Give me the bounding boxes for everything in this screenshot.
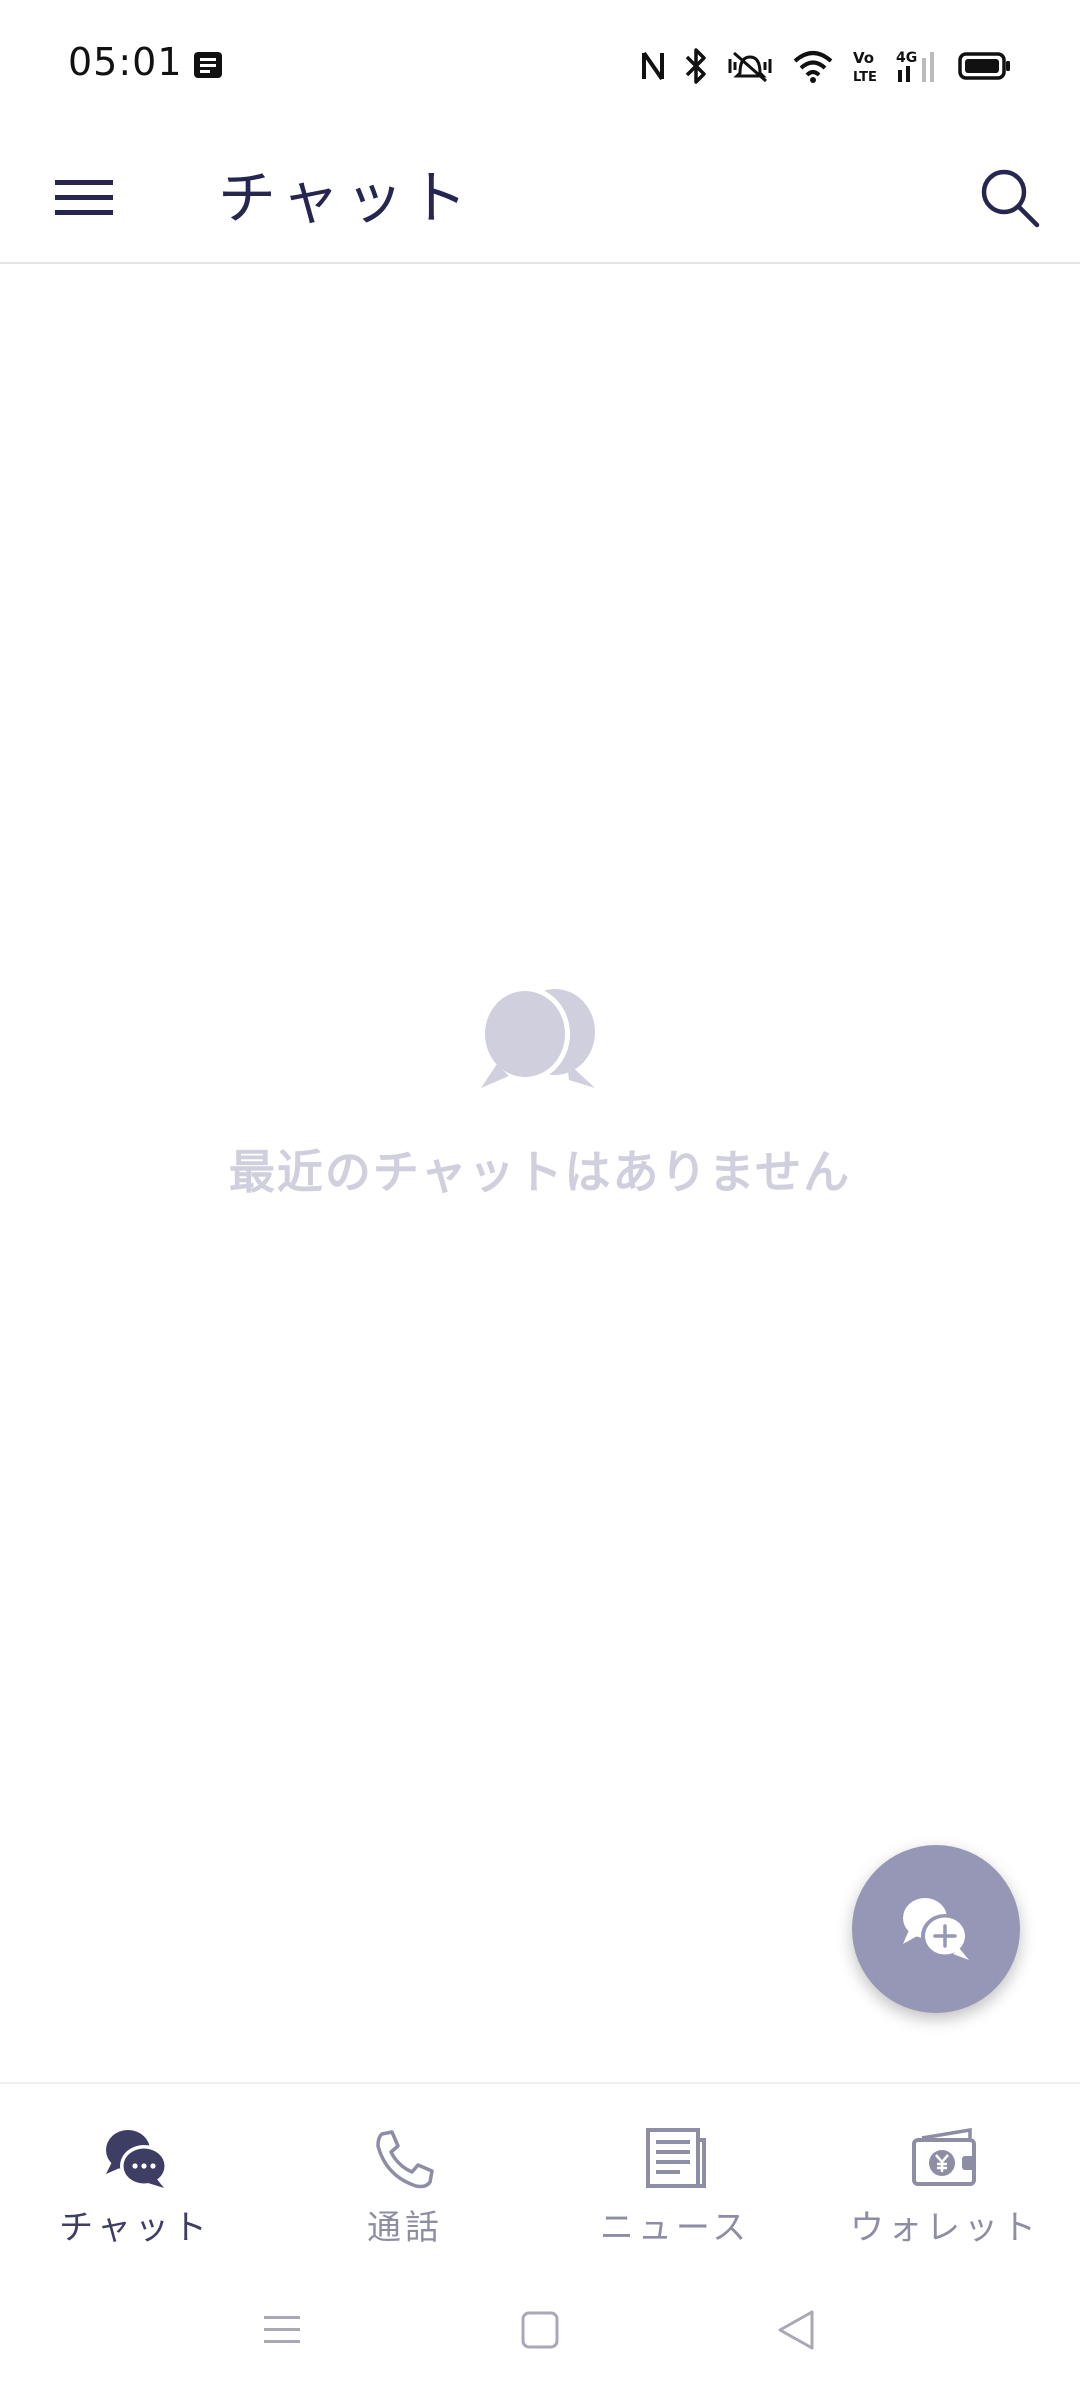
signal-4g-icon: 4G	[896, 50, 934, 82]
chat-bubbles-icon	[106, 2130, 168, 2188]
svg-text:LTE: LTE	[853, 70, 877, 84]
screen: 05:01 Vo LTE 4G チャット 最近のチャットはありません チャット …	[0, 0, 1080, 2400]
nav-label-calls: 通話	[367, 2208, 443, 2248]
nav-label-news: ニュース	[599, 2208, 751, 2248]
empty-chat-icon	[480, 986, 595, 1088]
nav-item-wallet[interactable]: ウォレット	[810, 2084, 1080, 2260]
phone-icon	[376, 2130, 434, 2189]
home-square-icon	[521, 2311, 559, 2349]
empty-state: 最近のチャットはありません	[0, 980, 1080, 1202]
vibrate-icon	[728, 51, 772, 83]
bluetooth-icon	[685, 48, 706, 84]
nav-label-wallet: ウォレット	[850, 2208, 1040, 2248]
nfc-icon	[642, 51, 664, 81]
nav-item-news[interactable]: ニュース	[540, 2084, 810, 2260]
search-icon	[981, 169, 1040, 228]
system-menu-button[interactable]	[252, 2300, 312, 2360]
svg-text:Vo: Vo	[853, 49, 874, 67]
bottom-nav: チャット 通話 ニュース ウォレット	[0, 2082, 1080, 2260]
recent-apps-icon	[264, 2316, 300, 2343]
new-chat-icon	[903, 1898, 969, 1960]
back-triangle-icon	[778, 2310, 814, 2350]
volte-icon: Vo LTE	[853, 49, 877, 84]
system-home-button[interactable]	[510, 2300, 570, 2360]
app-bar: チャット	[0, 132, 1080, 264]
nav-item-calls[interactable]: 通話	[270, 2084, 540, 2260]
status-bar: 05:01 Vo LTE 4G	[0, 0, 1080, 132]
new-chat-fab[interactable]	[852, 1845, 1020, 2013]
svg-text:4G: 4G	[896, 50, 917, 66]
newspaper-icon	[646, 2128, 706, 2188]
battery-icon	[958, 52, 1010, 80]
empty-message: 最近のチャットはありません	[228, 1145, 852, 1199]
hamburger-menu-icon	[55, 180, 113, 215]
nav-item-chat[interactable]: チャット	[0, 2084, 270, 2260]
search-button[interactable]	[964, 152, 1056, 244]
menu-button[interactable]	[40, 154, 128, 242]
nav-label-chat: チャット	[59, 2208, 211, 2248]
page-title: チャット	[218, 164, 474, 232]
system-nav-bar	[0, 2260, 1080, 2400]
status-icons: Vo LTE 4G	[640, 44, 1012, 88]
wallet-yen-icon	[912, 2128, 976, 2186]
status-time: 05:01	[68, 40, 183, 84]
notification-icon	[194, 52, 222, 78]
system-back-button[interactable]	[766, 2300, 826, 2360]
wifi-icon	[793, 51, 833, 83]
